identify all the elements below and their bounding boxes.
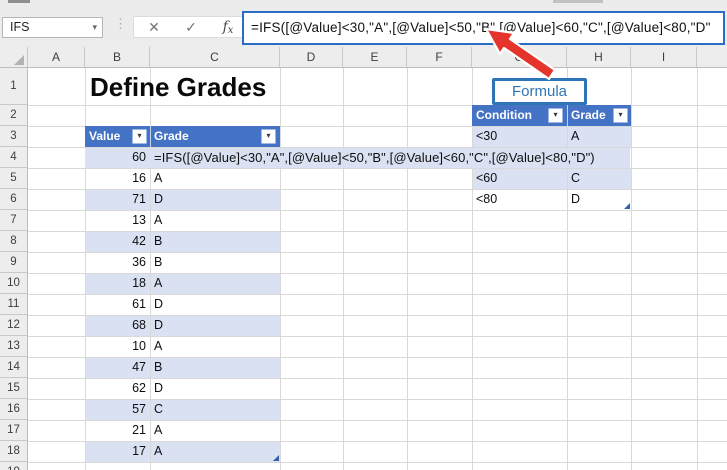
cell-C11[interactable]: D	[154, 294, 163, 315]
cell-B11[interactable]: 61	[85, 294, 146, 315]
values-grade-header-label: Grade	[154, 129, 189, 143]
cell-C17[interactable]: A	[154, 420, 162, 441]
gridline	[567, 68, 568, 470]
annotation-formula-textbox[interactable]: Formula	[492, 78, 587, 105]
excel-window: IFS ▾ ⋮ ✕ ✓ fx =IFS([@Value]<30,"A",[@Va…	[0, 0, 727, 470]
cell-C10[interactable]: A	[154, 273, 162, 294]
values-header-label: Value	[89, 129, 121, 143]
cell-B17[interactable]: 21	[85, 420, 146, 441]
filter-button-grade[interactable]: ▾	[261, 129, 276, 144]
cell-B9[interactable]: 36	[85, 252, 146, 273]
values-table-header: Value Grade ▾ ▾	[85, 126, 280, 147]
gridline	[280, 68, 281, 470]
cell-B15[interactable]: 62	[85, 378, 146, 399]
cell-C9[interactable]: B	[154, 252, 162, 273]
cell-C8[interactable]: B	[154, 231, 162, 252]
cell-B14[interactable]: 47	[85, 357, 146, 378]
gridline	[631, 68, 632, 470]
condition-header-label: Condition	[476, 108, 532, 122]
cell-B18[interactable]: 17	[85, 441, 146, 462]
cell-C7[interactable]: A	[154, 210, 162, 231]
cell-B7[interactable]: 13	[85, 210, 146, 231]
cell-G5[interactable]: <60	[476, 168, 497, 189]
cell-B16[interactable]: 57	[85, 399, 146, 420]
filter-button-value[interactable]: ▾	[132, 129, 147, 144]
gridline	[343, 68, 344, 470]
cell-H6[interactable]: D	[571, 189, 580, 210]
cell-C4-formula-overflow[interactable]: =IFS([@Value]<30,"A",[@Value]<50,"B",[@V…	[154, 147, 595, 168]
cell-C14[interactable]: B	[154, 357, 162, 378]
cell-C6[interactable]: D	[154, 189, 163, 210]
header-separator	[150, 126, 151, 147]
cell-C12[interactable]: D	[154, 315, 163, 336]
header-separator	[567, 105, 568, 126]
cell-C18[interactable]: A	[154, 441, 162, 462]
gridline	[472, 68, 473, 470]
filter-button-condition[interactable]: ▾	[548, 108, 563, 123]
cell-B10[interactable]: 18	[85, 273, 146, 294]
condition-grade-header-label: Grade	[571, 108, 606, 122]
cell-B12[interactable]: 68	[85, 315, 146, 336]
cell-C15[interactable]: D	[154, 378, 163, 399]
cell-C13[interactable]: A	[154, 336, 162, 357]
cell-B5[interactable]: 16	[85, 168, 146, 189]
cell-B13[interactable]: 10	[85, 336, 146, 357]
cell-C16[interactable]: C	[154, 399, 163, 420]
condition-table-header: Condition Grade ▾ ▾	[472, 105, 631, 126]
gridline	[697, 68, 698, 470]
cell-H3[interactable]: A	[571, 126, 579, 147]
cell-C5[interactable]: A	[154, 168, 162, 189]
filter-button-condition-grade[interactable]: ▾	[613, 108, 628, 123]
cell-G6[interactable]: <80	[476, 189, 497, 210]
gridline	[407, 68, 408, 470]
cell-B6[interactable]: 71	[85, 189, 146, 210]
cell-G3[interactable]: <30	[476, 126, 497, 147]
gridline	[28, 462, 727, 463]
cell-H5[interactable]: C	[571, 168, 580, 189]
cell-B8[interactable]: 42	[85, 231, 146, 252]
sheet-title: Define Grades	[90, 72, 267, 102]
cell-B4[interactable]: 60	[85, 147, 146, 168]
